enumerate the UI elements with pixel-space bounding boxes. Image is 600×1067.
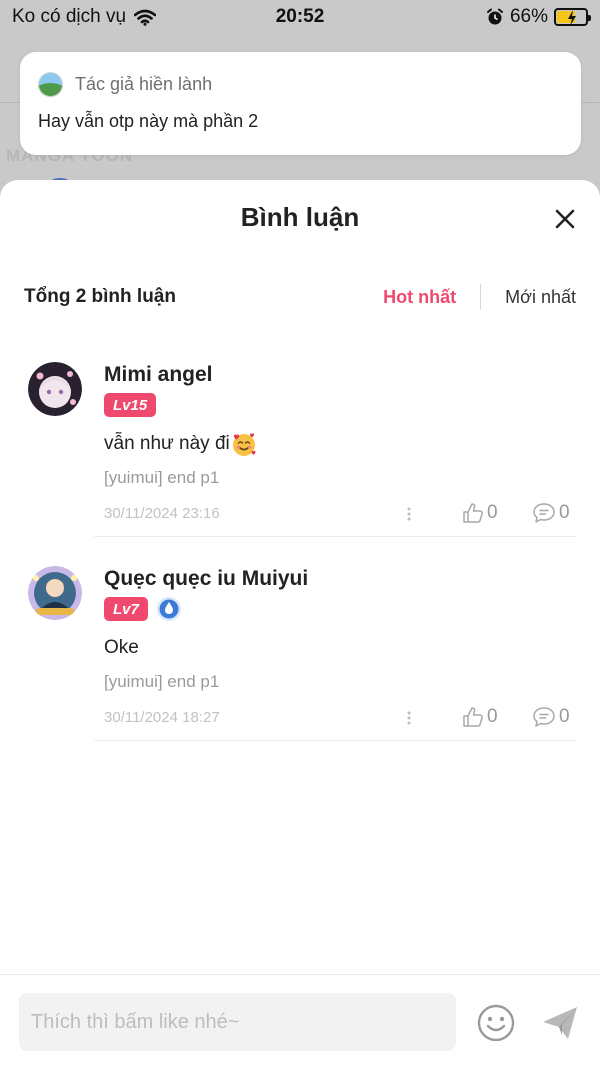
- reply-button[interactable]: 0: [532, 706, 570, 728]
- notification-header: Tác giả hiền lành: [38, 72, 563, 97]
- notification-message: Hay vẫn otp này mà phần 2: [38, 111, 259, 131]
- comment-text: vẫn như này đi: [104, 432, 576, 456]
- comment-date: 30/11/2024 18:27: [104, 709, 220, 726]
- sort-tabs: Hot nhất Mới nhất: [383, 284, 576, 310]
- wifi-icon: [134, 9, 157, 26]
- comment-input-bar: [0, 974, 600, 1067]
- comment-input[interactable]: [19, 993, 456, 1051]
- comment-divider: [94, 740, 576, 741]
- total-comments-label: Tổng 2 bình luận: [24, 286, 176, 307]
- alarm-icon: [486, 8, 503, 25]
- more-options-icon[interactable]: [404, 708, 414, 728]
- more-options-icon[interactable]: [404, 504, 414, 524]
- like-button[interactable]: 0: [462, 502, 498, 524]
- carrier-info: Ko có dịch vụ: [12, 6, 157, 28]
- reply-count: 0: [559, 502, 570, 523]
- comment-text-content: vẫn như này đi: [104, 433, 230, 454]
- comment-body: Mimi angel Lv15 vẫn như này đi [yuimui] …: [104, 362, 576, 526]
- battery-cap: [588, 15, 591, 21]
- tab-hot[interactable]: Hot nhất: [383, 287, 456, 308]
- comment-chapter-ref[interactable]: [yuimui] end p1: [104, 468, 576, 488]
- reply-button[interactable]: 0: [532, 502, 570, 524]
- status-right: 66%: [486, 6, 591, 28]
- send-icon[interactable]: [540, 1003, 580, 1043]
- comment-author[interactable]: Mimi angel: [104, 362, 576, 388]
- comment-text: Oke: [104, 636, 576, 660]
- like-count: 0: [487, 706, 498, 727]
- battery-percentage: 66%: [509, 6, 548, 27]
- comment-bubble-icon: [533, 707, 555, 727]
- thumbs-up-icon: [463, 503, 483, 523]
- comment-badges: Lv7: [104, 596, 576, 622]
- smiling-face-with-hearts-icon: [232, 433, 256, 456]
- comment-meta: 30/11/2024 18:27 0 0: [104, 706, 576, 730]
- battery-icon: [554, 8, 591, 26]
- comment-bubble-icon: [533, 503, 555, 523]
- app-globe-icon: [38, 72, 63, 97]
- comment-divider: [94, 536, 576, 537]
- avatar[interactable]: [28, 362, 82, 416]
- status-bar: Ko có dịch vụ 20:52 66%: [0, 0, 600, 34]
- like-button[interactable]: 0: [462, 706, 498, 728]
- carrier-label: Ko có dịch vụ: [12, 6, 127, 27]
- comment-text-content: Oke: [104, 637, 139, 658]
- sort-divider: [480, 284, 482, 310]
- notification-banner[interactable]: Tác giả hiền lành Hay vẫn otp này mà phầ…: [20, 52, 581, 155]
- sheet-title: Bình luận: [240, 202, 360, 232]
- vip-droplet-badge-icon: [156, 597, 181, 621]
- reply-count: 0: [559, 706, 570, 727]
- comments-sheet: Bình luận Tổng 2 bình luận Hot nhất Mới …: [0, 180, 600, 1067]
- comment-badges: Lv15: [104, 392, 576, 418]
- charging-bolt-icon: [568, 10, 576, 26]
- comment-item: Quẹc quẹc iu Muiyui Lv7 Oke [yuimui] end…: [24, 566, 576, 742]
- comments-summary-row: Tổng 2 bình luận Hot nhất Mới nhất: [24, 284, 576, 310]
- notification-app-name: Tác giả hiền lành: [75, 74, 213, 94]
- comment-author[interactable]: Quẹc quẹc iu Muiyui: [104, 566, 576, 592]
- level-badge: Lv7: [104, 597, 148, 621]
- comment-chapter-ref[interactable]: [yuimui] end p1: [104, 672, 576, 692]
- avatar[interactable]: [28, 566, 82, 620]
- comment-meta: 30/11/2024 23:16 0 0: [104, 502, 576, 526]
- thumbs-up-icon: [463, 707, 483, 727]
- like-count: 0: [487, 502, 498, 523]
- comment-item: Mimi angel Lv15 vẫn như này đi [yuimui] …: [24, 362, 576, 538]
- level-badge: Lv15: [104, 393, 157, 417]
- close-icon[interactable]: [552, 206, 578, 232]
- emoji-icon[interactable]: [476, 1003, 516, 1043]
- comment-body: Quẹc quẹc iu Muiyui Lv7 Oke [yuimui] end…: [104, 566, 576, 730]
- comment-date: 30/11/2024 23:16: [104, 505, 220, 522]
- tab-newest[interactable]: Mới nhất: [505, 287, 576, 308]
